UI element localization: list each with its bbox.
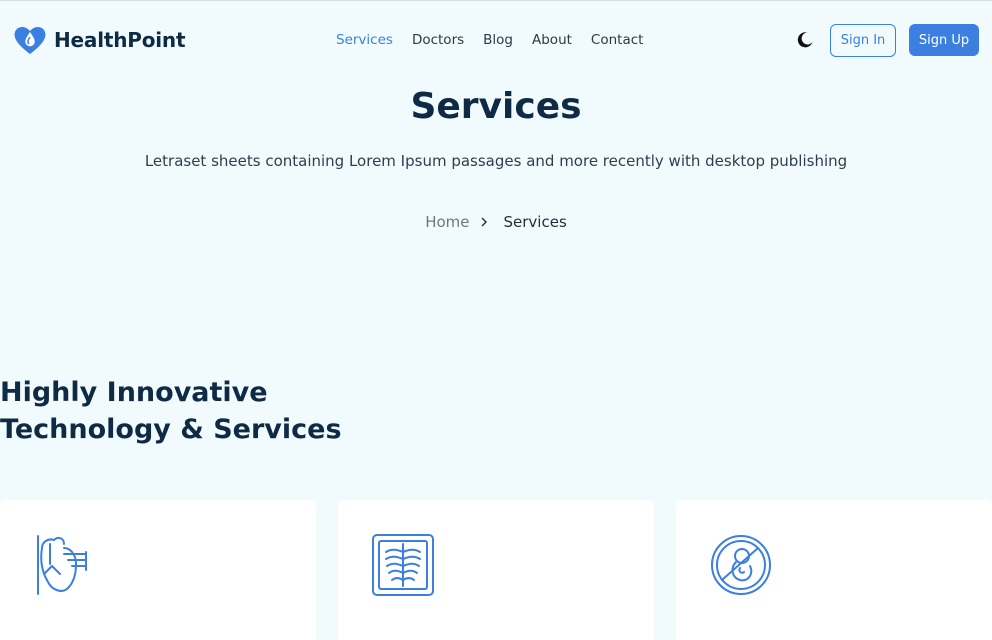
sign-in-button[interactable]: Sign In xyxy=(830,24,896,57)
brand-name: HealthPoint xyxy=(54,28,186,52)
nav-blog[interactable]: Blog xyxy=(483,32,513,48)
breadcrumb-home[interactable]: Home xyxy=(425,213,469,231)
pregnancy-icon xyxy=(711,535,771,595)
section-title-line2: Technology & Services xyxy=(0,414,342,445)
nav-contact[interactable]: Contact xyxy=(591,32,644,48)
site-header: HealthPoint Services Doctors Blog About … xyxy=(0,0,992,80)
moon-icon[interactable] xyxy=(796,31,814,49)
main-nav: Services Doctors Blog About Contact xyxy=(336,32,662,48)
xray-icon xyxy=(372,534,434,596)
breadcrumb: Home Services xyxy=(0,213,992,231)
section-title-line1: Highly Innovative xyxy=(0,377,268,408)
service-card[interactable] xyxy=(676,500,992,640)
sign-up-button[interactable]: Sign Up xyxy=(909,24,979,56)
breadcrumb-current: Services xyxy=(503,213,567,231)
heart-drop-icon xyxy=(14,26,46,54)
page-title: Services xyxy=(410,86,582,127)
nav-doctors[interactable]: Doctors xyxy=(412,32,464,48)
page-subtitle: Letraset sheets containing Lorem Ipsum p… xyxy=(144,152,848,170)
section-title: Highly Innovative Technology & Services xyxy=(0,374,420,448)
service-card[interactable] xyxy=(0,500,316,640)
nav-about[interactable]: About xyxy=(532,32,572,48)
heart-organ-icon xyxy=(37,535,87,595)
service-card[interactable] xyxy=(338,500,654,640)
chevron-right-icon xyxy=(481,217,487,227)
nav-services[interactable]: Services xyxy=(336,32,393,48)
logo[interactable]: HealthPoint xyxy=(12,24,186,56)
